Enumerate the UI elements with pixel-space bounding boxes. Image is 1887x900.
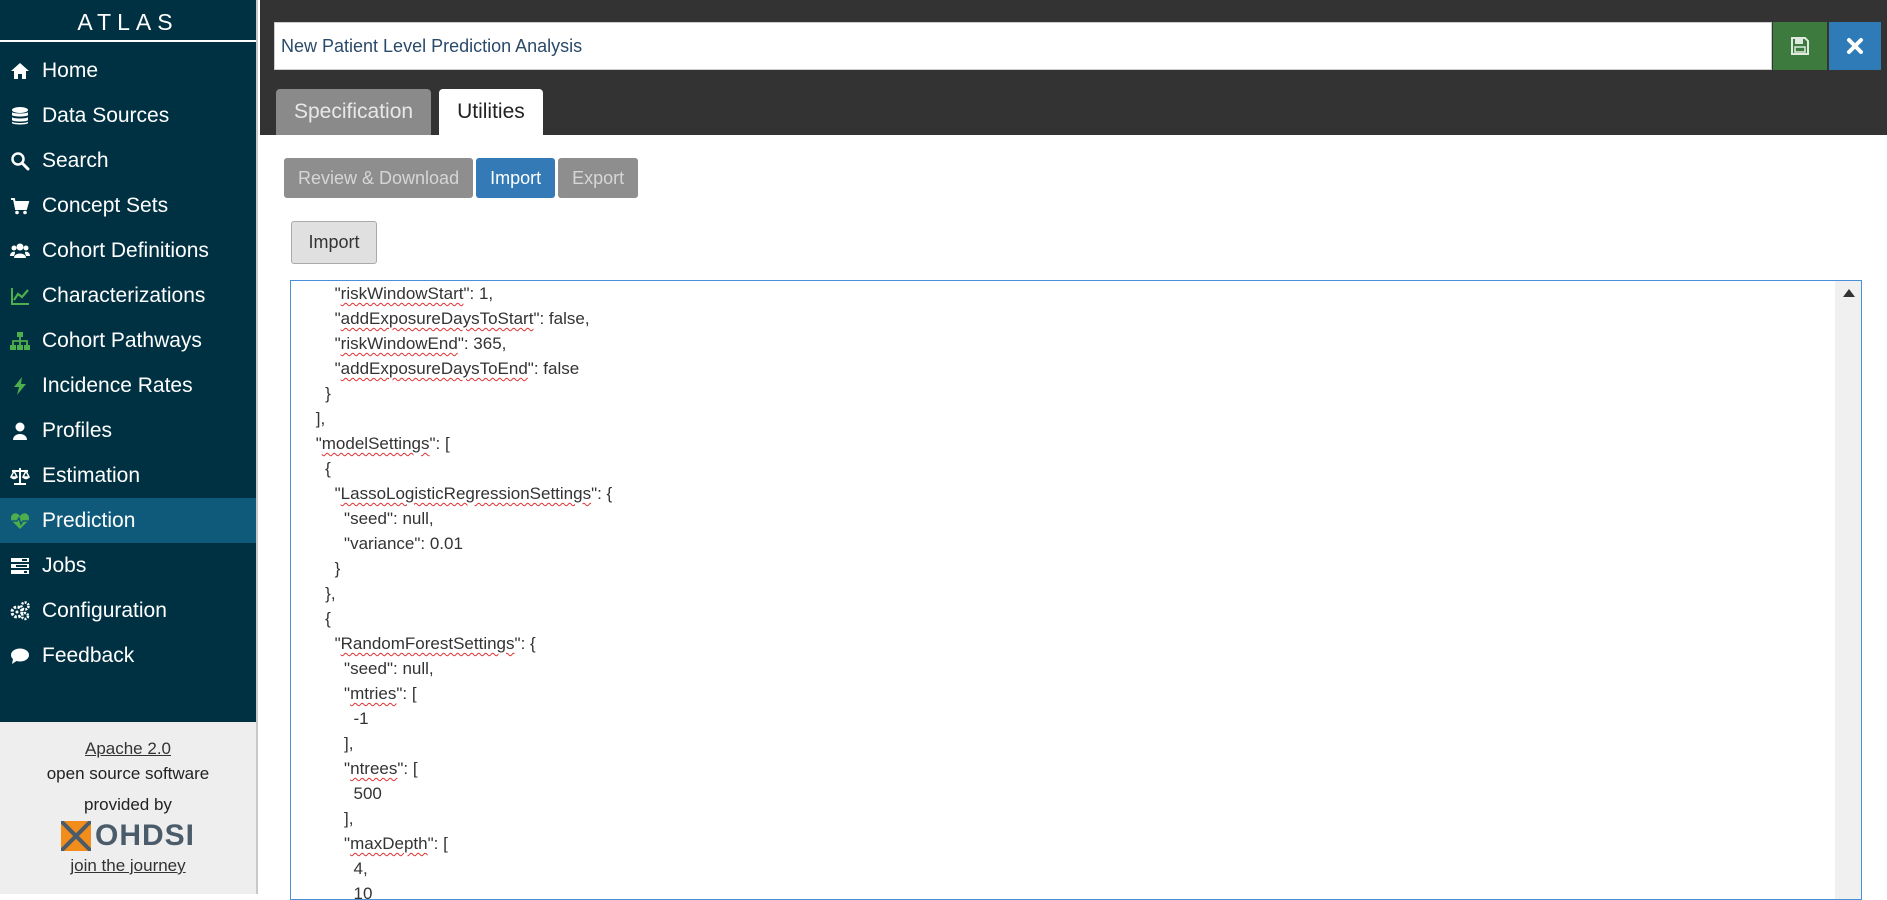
sidebar-item-cohort-definitions[interactable]: Cohort Definitions — [0, 228, 256, 273]
sidebar-item-label: Cohort Definitions — [42, 238, 209, 262]
tab-specification[interactable]: Specification — [276, 89, 432, 135]
license-link[interactable]: Apache 2.0 — [85, 739, 171, 758]
editor-scrollbar[interactable] — [1835, 281, 1861, 899]
sidebar-item-label: Home — [42, 58, 99, 82]
analysis-name-input[interactable] — [274, 22, 1772, 70]
sidebar-nav: Home Data Sources Search Concept Sets Cohort… — [0, 42, 256, 678]
save-icon — [1791, 37, 1809, 55]
sidebar-item-feedback[interactable]: Feedback — [0, 633, 256, 678]
close-icon — [1847, 38, 1863, 54]
sidebar-item-label: Configuration — [42, 598, 167, 622]
sidebar-item-label: Prediction — [42, 508, 136, 532]
cogs-icon — [8, 599, 32, 623]
import-action-button[interactable]: Import — [291, 221, 377, 264]
save-button[interactable] — [1773, 22, 1827, 70]
ohdsi-logo-text: OHDSI — [94, 819, 195, 852]
sidebar-item-profiles[interactable]: Profiles — [0, 408, 256, 453]
sidebar-item-label: Incidence Rates — [42, 373, 193, 397]
sidebar-item-concept-sets[interactable]: Concept Sets — [0, 183, 256, 228]
line-chart-icon — [8, 284, 32, 308]
balance-scale-icon — [8, 464, 32, 488]
sidebar-item-label: Profiles — [42, 418, 113, 442]
scroll-up-arrow-icon[interactable] — [1843, 289, 1855, 297]
sidebar-footer: Apache 2.0 open source software provided… — [0, 722, 256, 894]
ohdsi-logo[interactable]: OHDSI — [0, 819, 256, 853]
sidebar-item-jobs[interactable]: Jobs — [0, 543, 256, 588]
tab-utilities[interactable]: Utilities — [439, 89, 543, 135]
sidebar-item-data-sources[interactable]: Data Sources — [0, 93, 256, 138]
user-icon — [8, 419, 32, 443]
sitemap-icon — [8, 329, 32, 353]
sidebar-item-label: Cohort Pathways — [42, 328, 202, 352]
export-tab-button[interactable]: Export — [558, 158, 639, 198]
sidebar-item-configuration[interactable]: Configuration — [0, 588, 256, 633]
sidebar-item-estimation[interactable]: Estimation — [0, 453, 256, 498]
json-editor[interactable]: "riskWindowStart": 1, "addExposureDaysTo… — [290, 280, 1862, 900]
tasks-icon — [8, 554, 32, 578]
ohdsi-logo-icon — [60, 821, 91, 851]
heartbeat-icon — [8, 509, 32, 533]
review-download-button[interactable]: Review & Download — [284, 158, 474, 198]
sidebar-item-home[interactable]: Home — [0, 48, 256, 93]
sidebar-item-prediction[interactable]: Prediction — [0, 498, 256, 543]
sidebar-item-cohort-pathways[interactable]: Cohort Pathways — [0, 318, 256, 363]
license-text: open source software — [46, 764, 210, 783]
home-icon — [8, 59, 32, 83]
close-button[interactable] — [1829, 22, 1881, 70]
import-tab-button[interactable]: Import — [476, 158, 556, 198]
bolt-icon — [8, 374, 32, 398]
app-brand[interactable]: ATLAS — [0, 0, 256, 42]
search-icon — [8, 149, 32, 173]
sidebar-item-label: Jobs — [42, 553, 87, 577]
tab-bar: Specification Utilities — [276, 89, 551, 135]
database-icon — [8, 104, 32, 128]
sidebar-item-label: Data Sources — [42, 103, 170, 127]
sidebar: ATLAS Home Data Sources Search Concept Sets… — [0, 0, 258, 894]
cart-icon — [8, 194, 32, 218]
users-icon — [8, 239, 32, 263]
sidebar-item-label: Characterizations — [42, 283, 206, 307]
join-journey-link[interactable]: join the journey — [70, 856, 185, 875]
sidebar-item-search[interactable]: Search — [0, 138, 256, 183]
sidebar-item-label: Feedback — [42, 643, 135, 667]
comment-icon — [8, 644, 32, 668]
sidebar-item-incidence-rates[interactable]: Incidence Rates — [0, 363, 256, 408]
sidebar-item-label: Estimation — [42, 463, 141, 487]
header: Specification Utilities — [260, 0, 1887, 135]
utilities-toolbar: Review & Download Import Export — [284, 158, 641, 198]
provided-by-text: provided by — [84, 795, 172, 814]
json-code[interactable]: "riskWindowStart": 1, "addExposureDaysTo… — [311, 281, 613, 899]
sidebar-item-characterizations[interactable]: Characterizations — [0, 273, 256, 318]
sidebar-item-label: Search — [42, 148, 109, 172]
sidebar-item-label: Concept Sets — [42, 193, 169, 217]
